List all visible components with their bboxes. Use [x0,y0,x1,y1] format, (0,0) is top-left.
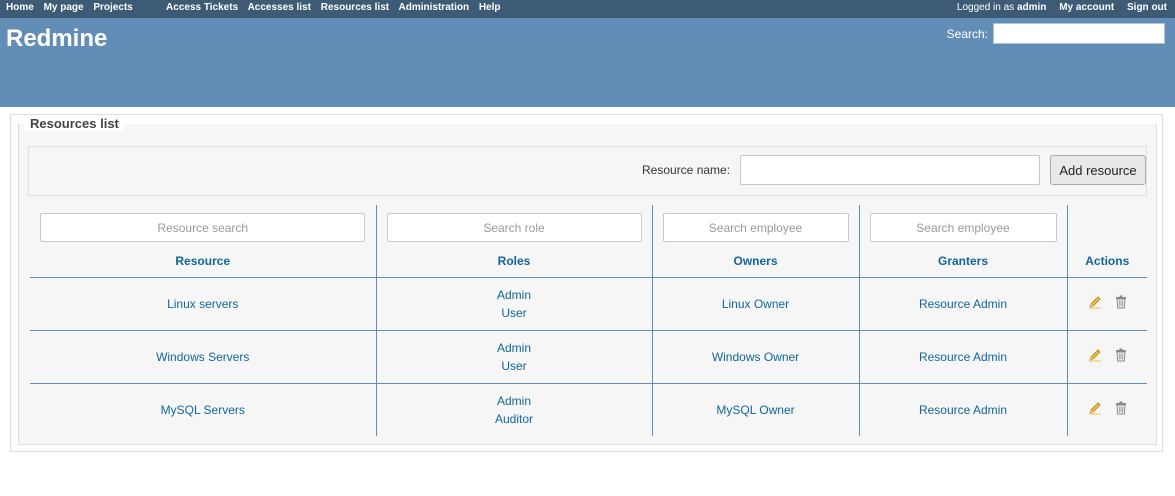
cell-resource: Linux servers [30,277,376,330]
role-link[interactable]: Admin [377,392,652,410]
top-menu-right: Logged in as admin My account Sign out [957,2,1167,13]
header: Redmine Search: [0,18,1175,107]
menu-projects[interactable]: Projects [93,2,132,13]
table-row: Linux servers Admin User Linux Owner Res… [30,277,1147,330]
top-menu-left: Home My page Projects Access Tickets Acc… [6,2,508,13]
cell-actions [1066,277,1147,330]
column-title-roles[interactable]: Roles [377,254,652,268]
column-title-granters[interactable]: Granters [860,254,1067,268]
resource-name-label: Resource name: [642,163,731,177]
top-menu: Home My page Projects Access Tickets Acc… [0,0,1175,18]
menu-home[interactable]: Home [6,2,34,13]
table-header-row: Resource Roles Owners Granters [30,205,1147,277]
cell-roles: Admin Auditor [375,383,652,436]
role-link[interactable]: Admin [377,286,652,304]
cell-roles: Admin User [375,277,652,330]
pencil-icon[interactable] [1088,348,1102,365]
column-title-resource[interactable]: Resource [30,254,376,268]
add-resource-button[interactable]: Add resource [1050,155,1146,185]
cell-owner: Windows Owner [651,330,859,383]
page-title: Resources list [25,116,124,131]
role-link[interactable]: Admin [377,339,652,357]
menu-administration[interactable]: Administration [399,2,470,13]
menu-my-account[interactable]: My account [1059,2,1114,13]
pencil-icon[interactable] [1088,295,1102,312]
cell-resource: MySQL Servers [30,383,376,436]
trash-icon[interactable] [1115,348,1127,365]
resource-link[interactable]: MySQL Servers [30,401,376,419]
header-actions: Actions [1066,205,1147,277]
cell-granter: Resource Admin [858,277,1067,330]
resource-name-input[interactable] [740,155,1040,185]
logged-in-text: Logged in as admin [957,2,1047,13]
cell-granter: Resource Admin [858,383,1067,436]
resource-search-input[interactable] [40,213,366,242]
column-title-actions: Actions [1085,254,1130,268]
search-input[interactable] [993,23,1165,44]
cell-actions [1066,383,1147,436]
role-search-input[interactable] [386,213,642,242]
trash-icon[interactable] [1115,401,1127,418]
cell-resource: Windows Servers [30,330,376,383]
search-label: Search: [946,27,988,41]
table-row: MySQL Servers Admin Auditor MySQL Owner … [30,383,1147,436]
cell-actions [1066,330,1147,383]
pencil-icon[interactable] [1088,401,1102,418]
site-title: Redmine [6,25,108,52]
cell-granter: Resource Admin [858,330,1067,383]
granter-link[interactable]: Resource Admin [860,401,1067,419]
cell-roles: Admin User [375,330,652,383]
role-link[interactable]: User [377,357,652,375]
legend-background [19,116,1158,124]
resources-fieldset: Resources list Resource name: Add resour… [18,116,1158,445]
add-resource-row: Resource name: Add resource [28,146,1147,196]
menu-resources-list[interactable]: Resources list [321,2,389,13]
menu-sign-out[interactable]: Sign out [1127,2,1167,13]
owner-link[interactable]: Windows Owner [653,348,859,366]
role-link[interactable]: Auditor [377,410,652,428]
owner-search-input[interactable] [662,213,849,242]
menu-access-tickets[interactable]: Access Tickets [166,2,238,13]
table-row: Windows Servers Admin User Windows Owner… [30,330,1147,383]
resource-link[interactable]: Linux servers [30,295,376,313]
menu-help[interactable]: Help [479,2,501,13]
granter-search-input[interactable] [869,213,1057,242]
menu-accesses-list[interactable]: Accesses list [248,2,311,13]
menu-my-page[interactable]: My page [44,2,84,13]
header-granters: Granters [858,205,1067,277]
header-owners: Owners [651,205,859,277]
resources-table: Resource Roles Owners Granters [30,205,1147,436]
role-link[interactable]: User [377,304,652,322]
header-roles: Roles [375,205,652,277]
owner-link[interactable]: Linux Owner [653,295,859,313]
granter-link[interactable]: Resource Admin [860,348,1067,366]
logged-in-prefix: Logged in as [956,2,1015,13]
header-resource: Resource [30,205,376,277]
cell-owner: Linux Owner [651,277,859,330]
granter-link[interactable]: Resource Admin [860,295,1067,313]
logged-in-user[interactable]: admin [1017,2,1046,13]
trash-icon[interactable] [1115,295,1127,312]
column-title-owners[interactable]: Owners [653,254,859,268]
cell-owner: MySQL Owner [651,383,859,436]
content: Resources list Resource name: Add resour… [10,114,1163,452]
owner-link[interactable]: MySQL Owner [653,401,859,419]
resource-link[interactable]: Windows Servers [30,348,376,366]
